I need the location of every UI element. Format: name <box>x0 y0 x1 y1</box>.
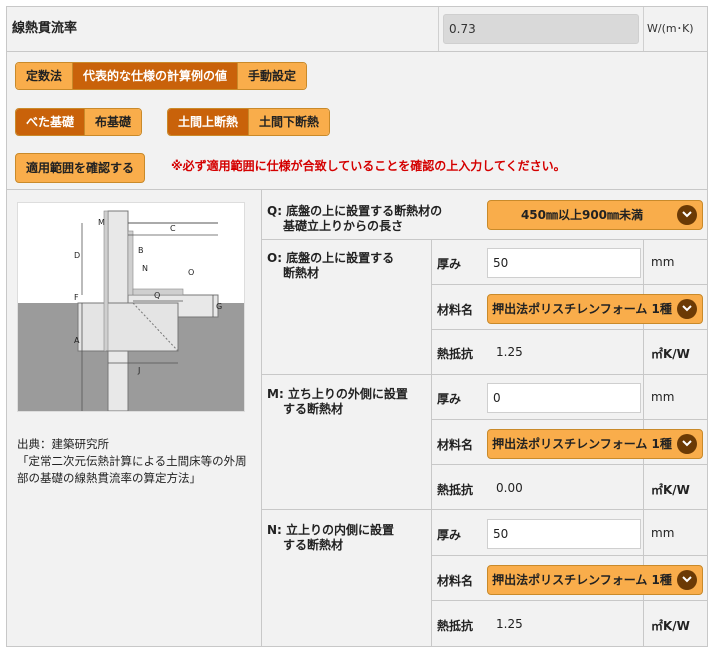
group-n-resistance-unit: ㎡K/W <box>651 619 690 633</box>
diagram-label-f: F <box>74 293 79 302</box>
group-n-title: N: 立上りの内側に設置 する断熱材 <box>267 523 395 552</box>
tab-constant-method[interactable]: 定数法 <box>16 63 73 89</box>
method-tabs: 定数法 代表的な仕様の計算例の値 手動設定 <box>15 62 308 90</box>
foundation-diagram: M C D B N O Q G F A J <box>17 202 245 412</box>
linear-heat-panel: 線熱貫流率 0.73 W/(m･K) 定数法 代表的な仕様の計算例の値 手動設定… <box>6 6 708 647</box>
source-citation: 出典：建築研究所 「定常二次元伝熱計算による土間床等の外周部の基礎の線熱貫流率の… <box>17 436 253 487</box>
diagram-label-c: C <box>170 224 176 233</box>
chevron-down-icon <box>677 205 697 225</box>
diagram-label-a: A <box>74 336 80 345</box>
tab-below-slab-insulation[interactable]: 土間下断熱 <box>248 109 330 135</box>
group-o-thickness-label: 厚み <box>437 257 462 271</box>
group-o-resistance-value: 1.25 <box>496 345 523 359</box>
group-o-resistance-label: 熱抵抗 <box>437 347 474 361</box>
diagram-label-m: M <box>98 218 105 227</box>
foundation-tabs: べた基礎 布基礎 <box>15 108 143 136</box>
group-n-material-select[interactable]: 押出法ポリスチレンフォーム 1種 <box>487 565 703 595</box>
header-label: 線熱貫流率 <box>12 21 78 36</box>
group-m-resistance-label: 熱抵抗 <box>437 483 474 497</box>
group-m-material-select[interactable]: 押出法ポリスチレンフォーム 1種 <box>487 429 703 459</box>
group-m-thickness-unit: mm <box>651 390 675 404</box>
diagram-column: M C D B N O Q G F A J 出典：建築研究所 「定常二次元伝熱計… <box>7 190 261 646</box>
group-n-resistance-value: 1.25 <box>496 617 523 631</box>
group-n-thickness-unit: mm <box>651 526 675 540</box>
group-o-material-label: 材料名 <box>437 303 474 317</box>
group-o-thickness-unit: mm <box>651 255 675 269</box>
tab-above-slab-insulation[interactable]: 土間上断熱 <box>168 109 249 135</box>
group-n-resistance-label: 熱抵抗 <box>437 619 474 633</box>
tab-strip-foundation[interactable]: 布基礎 <box>84 109 142 135</box>
group-n-material-label: 材料名 <box>437 574 474 588</box>
insulation-tabs: 土間上断熱 土間下断熱 <box>167 108 331 136</box>
chevron-down-icon <box>677 570 697 590</box>
tab-mat-foundation[interactable]: べた基礎 <box>16 109 85 135</box>
group-m-material-label: 材料名 <box>437 438 474 452</box>
header-value-field: 0.73 <box>443 14 639 44</box>
q-length-select[interactable]: 450㎜以上900㎜未満 <box>487 200 703 230</box>
chevron-down-icon <box>677 434 697 454</box>
diagram-label-o: O <box>188 268 194 277</box>
source-line-2: 「定常二次元伝熱計算による土間床等の外周部の基礎の線熱貫流率の算定方法」 <box>17 454 247 485</box>
tab-manual-setting[interactable]: 手動設定 <box>237 63 307 89</box>
diagram-label-n: N <box>142 264 148 273</box>
tab-typical-spec[interactable]: 代表的な仕様の計算例の値 <box>72 63 238 89</box>
diagram-label-g: G <box>216 302 222 311</box>
foundation-section-figure: M C D B N O Q G F A J <box>18 210 244 412</box>
group-o-material-select[interactable]: 押出法ポリスチレンフォーム 1種 <box>487 294 703 324</box>
group-o-title: O: 底盤の上に設置する 断熱材 <box>267 251 395 280</box>
group-o-thickness-input[interactable]: 50 <box>487 248 641 278</box>
check-range-button[interactable]: 適用範囲を確認する <box>15 153 146 183</box>
header-unit: W/(m･K) <box>647 22 694 35</box>
source-line-1: 出典：建築研究所 <box>17 437 109 451</box>
header-row: 線熱貫流率 0.73 W/(m･K) <box>7 7 707 52</box>
group-n-thickness-label: 厚み <box>437 528 462 542</box>
diagram-label-q: Q <box>154 291 160 300</box>
group-m-resistance-unit: ㎡K/W <box>651 483 690 497</box>
group-m-title: M: 立ち上りの外側に設置 する断熱材 <box>267 387 408 416</box>
warning-text: ※必ず適用範囲に仕様が合致していることを確認の上入力してください。 <box>171 159 566 173</box>
group-m-thickness-input[interactable]: 0 <box>487 383 641 413</box>
group-m-resistance-value: 0.00 <box>496 481 523 495</box>
group-n-thickness-input[interactable]: 50 <box>487 519 641 549</box>
diagram-label-b: B <box>138 246 144 255</box>
q-row-title: Q: 底盤の上に設置する断熱材の 基礎立上りからの長さ <box>267 204 443 233</box>
diagram-label-d: D <box>74 251 80 260</box>
chevron-down-icon <box>677 299 697 319</box>
diagram-label-j: J <box>137 366 140 375</box>
group-m-thickness-label: 厚み <box>437 392 462 406</box>
group-o-resistance-unit: ㎡K/W <box>651 347 690 361</box>
